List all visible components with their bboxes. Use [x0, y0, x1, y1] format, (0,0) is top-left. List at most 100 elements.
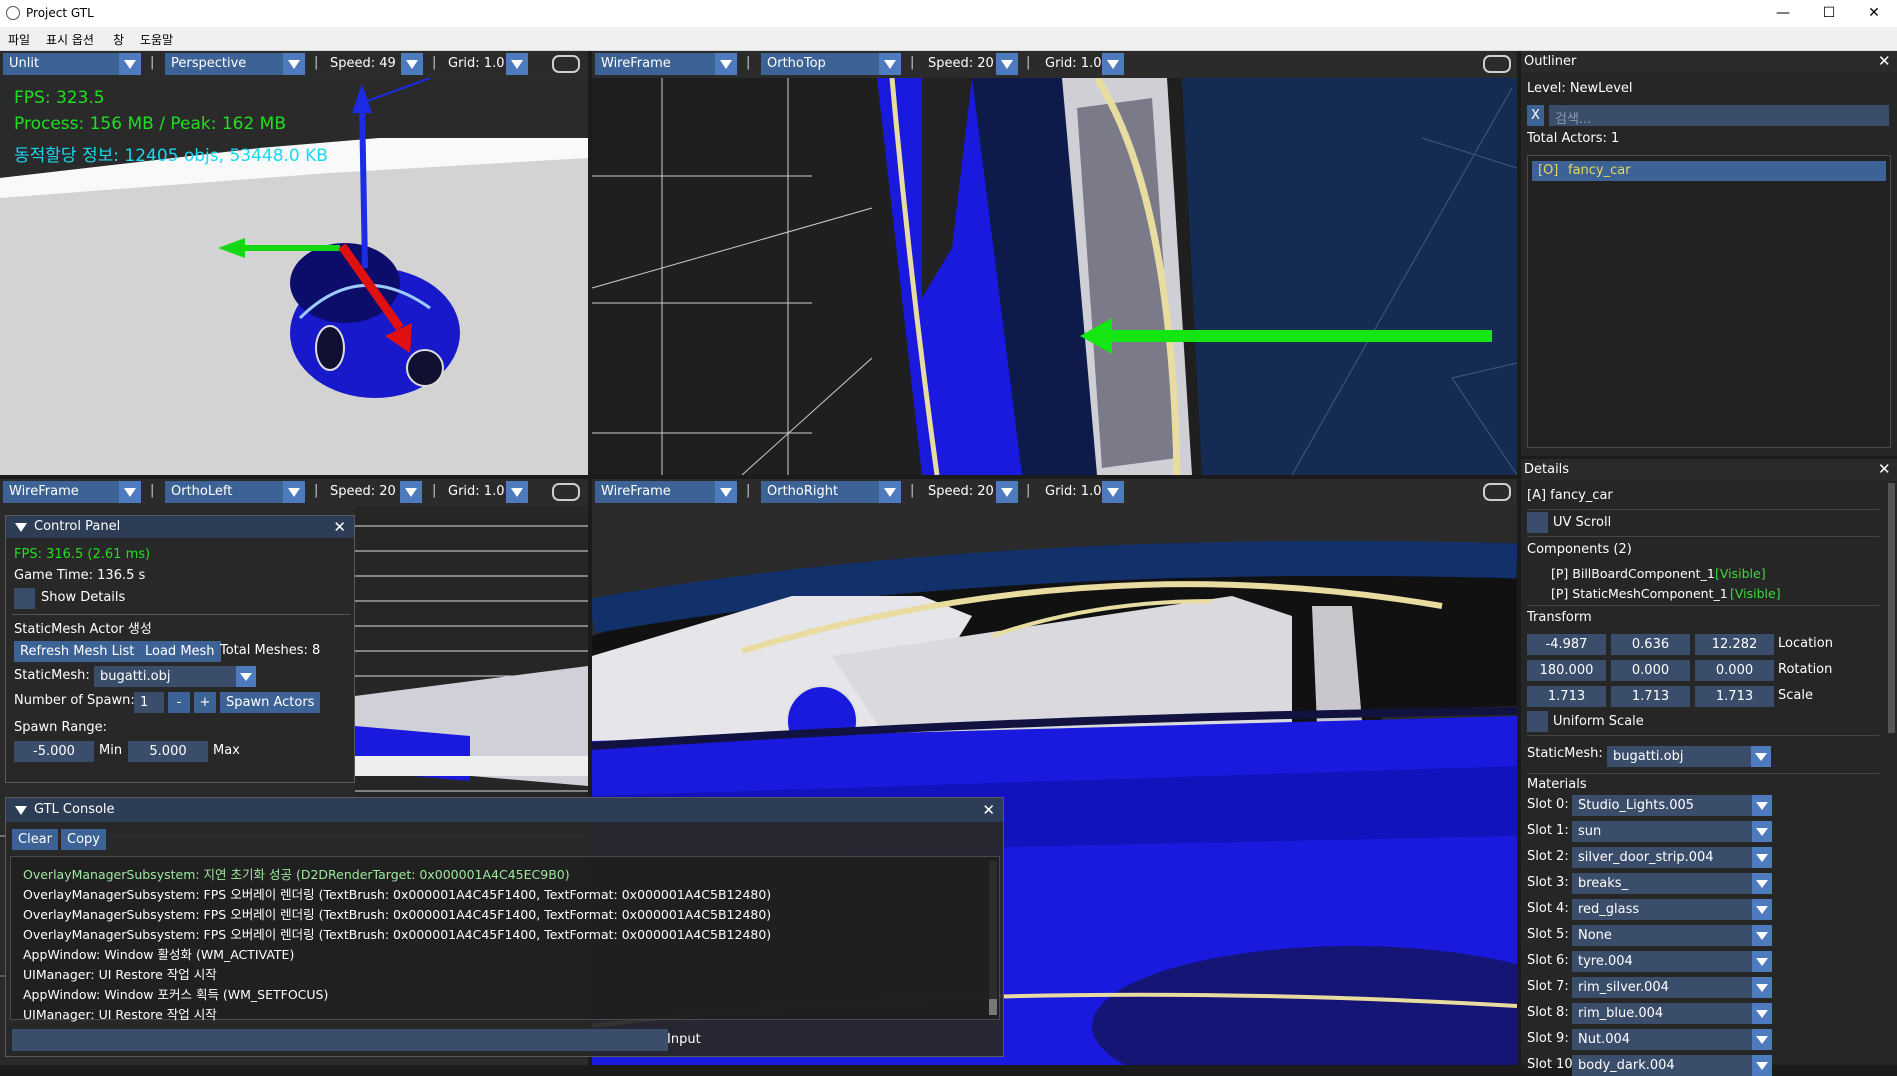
component-billboard[interactable]: [P] BillBoardComponent_1 [1551, 566, 1715, 581]
material-slot-5-dropdown[interactable]: None [1572, 925, 1772, 946]
alloc-info-overlay: 동적할당 정보: 12405 objs, 53448.0 KB [14, 146, 328, 166]
console-scrollbar[interactable] [989, 861, 997, 1015]
close-icon[interactable]: ✕ [1878, 460, 1891, 478]
show-details-checkbox[interactable] [14, 588, 35, 609]
console-input[interactable] [12, 1029, 668, 1051]
grid-label: Grid: 1.0 [448, 56, 505, 71]
grid-label: Grid: 1.0 [1045, 484, 1102, 499]
load-mesh-button[interactable]: Load Mesh [139, 641, 221, 662]
transform-header: Transform [1527, 610, 1592, 625]
spawn-range-min-input[interactable]: -5.000 [14, 741, 94, 762]
console-titlebar[interactable]: GTL Console ✕ [6, 798, 1003, 822]
material-slot-7-dropdown[interactable]: rim_silver.004 [1572, 977, 1772, 998]
material-slot-10-dropdown[interactable]: body_dark.004 [1572, 1055, 1772, 1076]
separator: | [314, 55, 319, 70]
spawn-increment-button[interactable]: + [194, 692, 216, 713]
shading-dropdown[interactable]: WireFrame [595, 481, 737, 503]
console-copy-button[interactable]: Copy [61, 829, 106, 850]
material-slot-3-dropdown[interactable]: breaks_ [1572, 873, 1772, 894]
material-slot-8-dropdown[interactable]: rim_blue.004 [1572, 1003, 1772, 1024]
search-placeholder: 검색... [1555, 112, 1592, 127]
spawn-range-max-input[interactable]: 5.000 [128, 741, 208, 762]
minimize-button[interactable]: — [1760, 0, 1806, 27]
spawn-decrement-button[interactable]: - [168, 692, 190, 713]
chevron-down-icon [879, 481, 901, 503]
menu-help[interactable]: 도움말 [140, 31, 173, 48]
close-icon[interactable]: ✕ [982, 798, 995, 822]
grid-dropdown-button[interactable] [506, 481, 528, 503]
details-scrollbar[interactable] [1888, 483, 1895, 733]
search-clear-button[interactable]: X [1527, 105, 1544, 126]
close-icon[interactable]: ✕ [333, 516, 346, 538]
shading-dropdown[interactable]: Unlit [3, 53, 141, 75]
chevron-down-icon [1752, 977, 1772, 998]
log-line: OverlayManagerSubsystem: 지연 초기화 성공 (D2DR… [23, 867, 570, 882]
material-slot-0-dropdown[interactable]: Studio_Lights.005 [1572, 795, 1772, 816]
location-x-input[interactable]: -4.987 [1527, 634, 1606, 655]
material-slot-2-dropdown[interactable]: silver_door_strip.004 [1572, 847, 1772, 868]
details-static-mesh-dropdown[interactable]: bugatti.obj [1607, 746, 1771, 767]
menu-display-options[interactable]: 표시 옵션 [46, 31, 94, 48]
console-clear-button[interactable]: Clear [12, 829, 58, 850]
close-icon[interactable]: ✕ [1878, 52, 1891, 70]
grid-dropdown-button[interactable] [1102, 481, 1124, 503]
maximize-viewport-button[interactable] [1483, 483, 1511, 501]
maximize-viewport-button[interactable] [552, 55, 580, 73]
rotation-x-input[interactable]: 180.000 [1527, 660, 1606, 681]
cp-static-mesh-dropdown[interactable]: bugatti.obj [94, 666, 256, 687]
spawn-range-max-label: Max [213, 743, 240, 758]
console-window: GTL Console ✕ Clear Copy OverlayManagerS… [5, 797, 1004, 1057]
chevron-down-icon [283, 53, 305, 75]
material-slot-4-dropdown[interactable]: red_glass [1572, 899, 1772, 920]
speed-dropdown-button[interactable] [996, 53, 1018, 75]
speed-dropdown-button[interactable] [996, 481, 1018, 503]
projection-dropdown[interactable]: OrthoLeft [165, 481, 305, 503]
speed-label: Speed: 20 [928, 56, 994, 71]
uv-scroll-checkbox[interactable] [1527, 512, 1548, 533]
spawn-actors-button[interactable]: Spawn Actors [220, 692, 321, 713]
viewport-perspective[interactable]: FPS: 323.5 Process: 156 MB / Peak: 162 M… [0, 78, 588, 475]
material-slot-1-dropdown[interactable]: sun [1572, 821, 1772, 842]
collapse-arrow-icon[interactable] [15, 806, 27, 815]
component-staticmesh[interactable]: [P] StaticMeshComponent_1 [1551, 586, 1728, 601]
location-z-input[interactable]: 12.282 [1695, 634, 1774, 655]
outliner-item-fancy-car[interactable]: [O] fancy_car [1532, 161, 1886, 181]
scale-y-input[interactable]: 1.713 [1611, 686, 1690, 707]
menu-file[interactable]: 파일 [8, 31, 30, 48]
rotation-y-input[interactable]: 0.000 [1611, 660, 1690, 681]
close-button[interactable]: ✕ [1851, 0, 1897, 27]
refresh-mesh-list-button[interactable]: Refresh Mesh List [14, 641, 141, 662]
speed-dropdown-button[interactable] [401, 53, 423, 75]
maximize-viewport-button[interactable] [1483, 55, 1511, 73]
scrollbar-thumb[interactable] [989, 999, 997, 1015]
control-panel-titlebar[interactable]: Control Panel ✕ [6, 516, 354, 538]
uniform-scale-checkbox[interactable] [1527, 711, 1548, 732]
scale-z-input[interactable]: 1.713 [1695, 686, 1774, 707]
collapse-arrow-icon[interactable] [15, 523, 27, 532]
rotation-z-input[interactable]: 0.000 [1695, 660, 1774, 681]
grid-dropdown-button[interactable] [1102, 53, 1124, 75]
perspective-scene [0, 78, 588, 398]
outliner-search-input[interactable]: 검색... [1549, 105, 1889, 127]
menu-window[interactable]: 창 [113, 31, 124, 48]
material-slot-6-dropdown[interactable]: tyre.004 [1572, 951, 1772, 972]
maximize-viewport-button[interactable] [552, 483, 580, 501]
maximize-button[interactable]: ☐ [1806, 0, 1852, 27]
num-spawn-input[interactable]: 1 [134, 692, 164, 713]
slot-label: Slot 0: [1527, 797, 1569, 812]
projection-dropdown[interactable]: OrthoRight [761, 481, 901, 503]
speed-dropdown-button[interactable] [400, 481, 422, 503]
projection-dropdown[interactable]: OrthoTop [761, 53, 901, 75]
viewport-orthotop[interactable] [592, 78, 1517, 475]
material-slot-9-dropdown[interactable]: Nut.004 [1572, 1029, 1772, 1050]
projection-dropdown[interactable]: Perspective [165, 53, 305, 75]
separator: | [314, 483, 319, 498]
fps-overlay: FPS: 323.5 [14, 88, 105, 108]
console-log-area[interactable]: OverlayManagerSubsystem: 지연 초기화 성공 (D2DR… [10, 856, 1000, 1022]
chevron-down-icon [1752, 847, 1772, 868]
shading-dropdown[interactable]: WireFrame [595, 53, 737, 75]
shading-dropdown[interactable]: WireFrame [3, 481, 141, 503]
scale-x-input[interactable]: 1.713 [1527, 686, 1606, 707]
grid-dropdown-button[interactable] [506, 53, 528, 75]
location-y-input[interactable]: 0.636 [1611, 634, 1690, 655]
